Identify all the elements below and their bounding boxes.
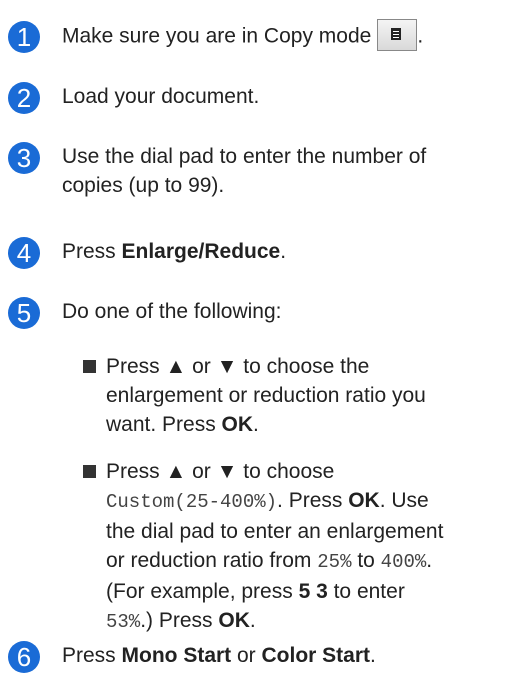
step-text: Make sure you are in Copy mode. bbox=[62, 19, 524, 53]
step-text: Do one of the following: bbox=[62, 300, 282, 323]
step-number-badge: 5 bbox=[8, 297, 40, 329]
bullet-text: Press ▲ or ▼ to choose the enlargement o… bbox=[106, 355, 426, 436]
step-text: Load your document. bbox=[62, 85, 260, 108]
step-number-badge: 6 bbox=[8, 641, 40, 673]
bullet-text: Press ▲ or ▼ to choose Custom(25-400%). … bbox=[106, 460, 444, 633]
step-text: Press Enlarge/Reduce. bbox=[62, 240, 287, 263]
step-text: Press Mono Start or Color Start. bbox=[62, 644, 376, 667]
copy-mode-button-icon bbox=[377, 19, 418, 51]
step-number-badge: 1 bbox=[8, 21, 40, 53]
step-number-badge: 4 bbox=[8, 237, 40, 269]
bullet-square-icon bbox=[83, 360, 96, 373]
step-number-badge: 3 bbox=[8, 142, 40, 174]
step-number-badge: 2 bbox=[8, 82, 40, 114]
step-text: Use the dial pad to enter the number of … bbox=[62, 145, 427, 197]
bullet-square-icon bbox=[83, 465, 96, 478]
